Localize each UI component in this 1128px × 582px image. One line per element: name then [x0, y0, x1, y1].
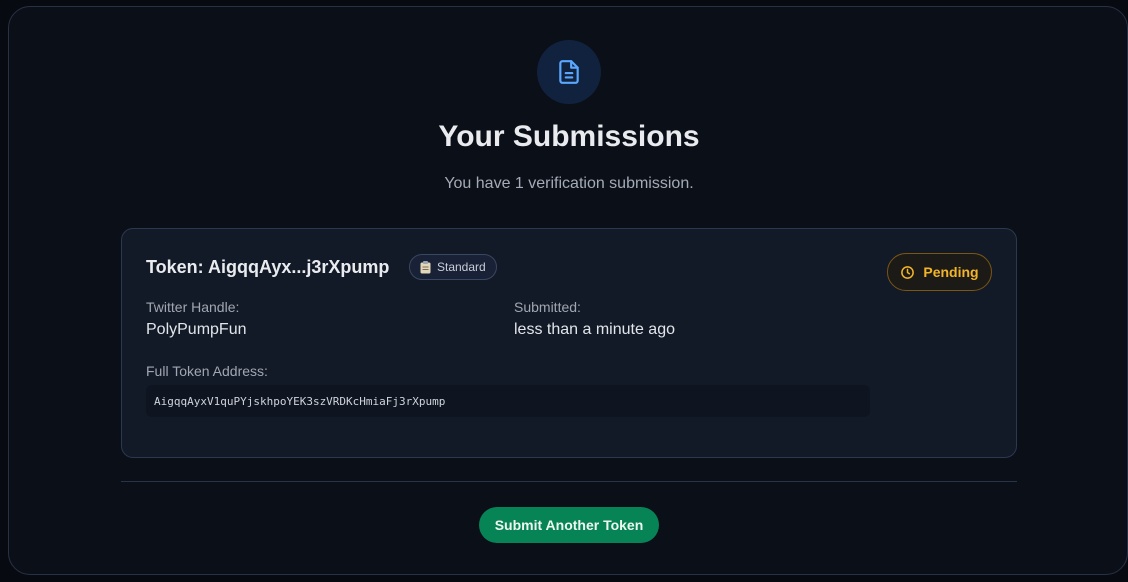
header-icon-circle	[537, 40, 601, 104]
file-text-icon	[559, 60, 579, 84]
submissions-panel: Your Submissions You have 1 verification…	[8, 6, 1128, 575]
submitted-label: Submitted:	[514, 299, 581, 315]
tier-label: Standard	[437, 260, 486, 274]
clock-icon	[901, 265, 915, 279]
token-title: Token: AigqqAyx...j3rXpump	[146, 257, 390, 277]
status-label: Pending	[923, 264, 979, 280]
clipboard-icon	[420, 260, 431, 273]
status-badge: Pending	[887, 253, 992, 291]
full-token-address-value[interactable]: AigqqAyxV1quPYjskhpoYEK3szVRDKcHmiaFj3rX…	[146, 385, 870, 417]
page-subtitle: You have 1 verification submission.	[444, 175, 694, 192]
page-title: Your Submissions	[438, 120, 700, 153]
twitter-handle-value: PolyPumpFun	[146, 321, 247, 338]
submitted-value: less than a minute ago	[514, 321, 675, 338]
tier-badge: Standard	[409, 254, 497, 280]
submit-another-token-button[interactable]: Submit Another Token	[479, 507, 659, 543]
full-token-address-label: Full Token Address:	[146, 363, 268, 379]
divider	[121, 481, 1017, 482]
submission-card: Token: AigqqAyx...j3rXpump Standard Pend…	[121, 228, 1017, 458]
twitter-handle-label: Twitter Handle:	[146, 299, 240, 315]
